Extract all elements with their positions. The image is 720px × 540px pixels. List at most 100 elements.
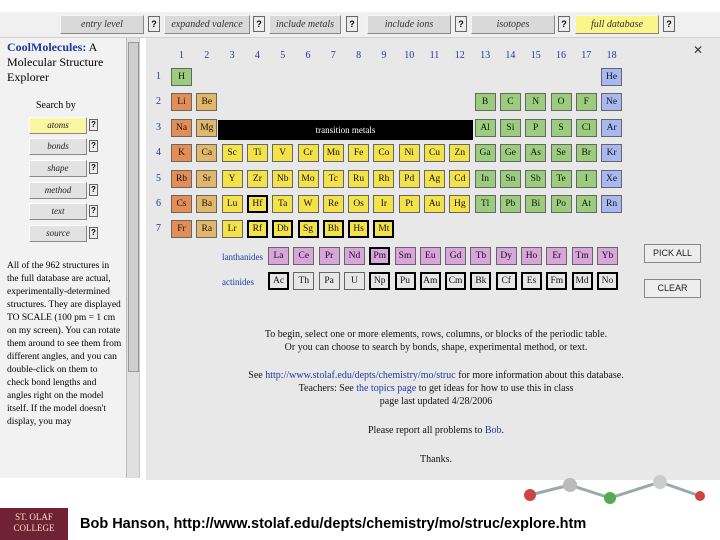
help-button-bonds[interactable]: ? <box>89 140 98 152</box>
tab-entry-level[interactable]: entry level <box>60 15 144 34</box>
element-ir[interactable]: Ir <box>373 195 395 213</box>
element-ce[interactable]: Ce <box>293 247 315 265</box>
element-sb[interactable]: Sb <box>525 169 547 188</box>
help-button-full-database[interactable]: ? <box>663 16 675 32</box>
element-dy[interactable]: Dy <box>495 247 517 265</box>
element-cu[interactable]: Cu <box>424 144 445 163</box>
element-as[interactable]: As <box>525 144 547 163</box>
close-icon[interactable]: ✕ <box>693 44 703 56</box>
element-mn[interactable]: Mn <box>322 144 344 163</box>
element-pm[interactable]: Pm <box>369 247 391 265</box>
element-cr[interactable]: Cr <box>297 144 319 163</box>
element-ge[interactable]: Ge <box>499 144 521 163</box>
element-la[interactable]: La <box>268 247 289 265</box>
help-button-method[interactable]: ? <box>89 184 98 196</box>
element-bh[interactable]: Bh <box>322 220 344 239</box>
group-number[interactable]: 1 <box>171 50 192 61</box>
element-zr[interactable]: Zr <box>246 169 268 188</box>
element-ne[interactable]: Ne <box>601 93 623 112</box>
element-h[interactable]: H <box>171 68 192 86</box>
tab-include-metals[interactable]: include metals <box>269 15 341 34</box>
element-k[interactable]: K <box>171 144 192 163</box>
element-zn[interactable]: Zn <box>449 144 471 163</box>
element-kr[interactable]: Kr <box>601 144 623 163</box>
element-in[interactable]: In <box>474 169 496 188</box>
group-number[interactable]: 4 <box>247 50 268 61</box>
element-nb[interactable]: Nb <box>272 169 294 188</box>
element-yb[interactable]: Yb <box>596 247 618 265</box>
element-gd[interactable]: Gd <box>445 247 467 265</box>
element-fe[interactable]: Fe <box>348 144 370 163</box>
group-number[interactable]: 3 <box>222 50 243 61</box>
element-at[interactable]: At <box>575 195 597 213</box>
period-number[interactable]: 5 <box>156 173 161 184</box>
element-si[interactable]: Si <box>499 118 521 137</box>
element-tl[interactable]: Tl <box>474 195 496 213</box>
help-button-entry-level[interactable]: ? <box>148 16 160 32</box>
element-md[interactable]: Md <box>571 272 593 290</box>
element-y[interactable]: Y <box>221 169 243 188</box>
database-info-link[interactable]: http://www.stolaf.edu/depts/chemistry/mo… <box>265 370 455 381</box>
group-number[interactable]: 15 <box>525 50 546 61</box>
actinides-label[interactable]: actinides <box>222 277 254 287</box>
element-sm[interactable]: Sm <box>394 247 416 265</box>
element-tb[interactable]: Tb <box>470 247 492 265</box>
element-mo[interactable]: Mo <box>297 169 319 188</box>
topics-page-link[interactable]: the topics page <box>356 383 416 394</box>
element-hg[interactable]: Hg <box>449 195 471 213</box>
element-eu[interactable]: Eu <box>419 247 441 265</box>
search-text-button[interactable]: text <box>29 203 87 220</box>
search-bonds-button[interactable]: bonds <box>29 138 87 155</box>
group-number[interactable]: 7 <box>323 50 344 61</box>
element-no[interactable]: No <box>596 272 618 290</box>
sidebar-scroll-thumb[interactable] <box>128 42 139 372</box>
element-lr[interactable]: Lr <box>221 220 243 239</box>
period-number[interactable]: 1 <box>156 71 161 82</box>
element-w[interactable]: W <box>297 195 319 213</box>
element-bi[interactable]: Bi <box>525 195 547 213</box>
help-button-expanded-valence[interactable]: ? <box>253 16 265 32</box>
group-number[interactable]: 10 <box>399 50 420 61</box>
element-ba[interactable]: Ba <box>196 195 218 213</box>
period-number[interactable]: 3 <box>156 122 161 133</box>
element-ho[interactable]: Ho <box>521 247 542 265</box>
group-number[interactable]: 14 <box>500 50 521 61</box>
group-number[interactable]: 8 <box>348 50 369 61</box>
element-sc[interactable]: Sc <box>221 144 243 163</box>
element-tm[interactable]: Tm <box>571 247 593 265</box>
group-number[interactable]: 6 <box>298 50 319 61</box>
element-v[interactable]: V <box>272 144 294 163</box>
tab-isotopes[interactable]: isotopes <box>471 15 555 34</box>
help-button-text[interactable]: ? <box>89 205 98 217</box>
element-sr[interactable]: Sr <box>196 169 218 188</box>
element-re[interactable]: Re <box>322 195 344 213</box>
group-number[interactable]: 13 <box>475 50 496 61</box>
element-al[interactable]: Al <box>474 118 496 137</box>
element-sg[interactable]: Sg <box>297 220 319 239</box>
group-number[interactable]: 17 <box>576 50 597 61</box>
tab-include-ions[interactable]: include ions <box>367 15 451 34</box>
element-s[interactable]: S <box>550 118 572 137</box>
group-number[interactable]: 5 <box>272 50 293 61</box>
element-er[interactable]: Er <box>546 247 568 265</box>
element-hs[interactable]: Hs <box>348 220 370 239</box>
element-be[interactable]: Be <box>196 93 218 112</box>
tab-expanded-valence[interactable]: expanded valence <box>164 15 250 34</box>
element-i[interactable]: I <box>575 169 597 188</box>
tab-full-database[interactable]: full database <box>575 15 659 34</box>
pick-all-button[interactable]: PICK ALL <box>644 244 701 263</box>
sidebar-scrollbar[interactable] <box>126 38 139 478</box>
help-button-isotopes[interactable]: ? <box>558 16 570 32</box>
element-fr[interactable]: Fr <box>171 220 192 239</box>
element-o[interactable]: O <box>550 93 572 112</box>
element-po[interactable]: Po <box>550 195 572 213</box>
search-method-button[interactable]: method <box>29 182 87 199</box>
element-ac[interactable]: Ac <box>268 272 289 290</box>
search-source-button[interactable]: source <box>29 225 87 242</box>
element-sn[interactable]: Sn <box>499 169 521 188</box>
element-cm[interactable]: Cm <box>445 272 467 290</box>
element-n[interactable]: N <box>525 93 547 112</box>
element-pa[interactable]: Pa <box>318 272 340 290</box>
element-am[interactable]: Am <box>419 272 441 290</box>
group-number[interactable]: 18 <box>601 50 622 61</box>
